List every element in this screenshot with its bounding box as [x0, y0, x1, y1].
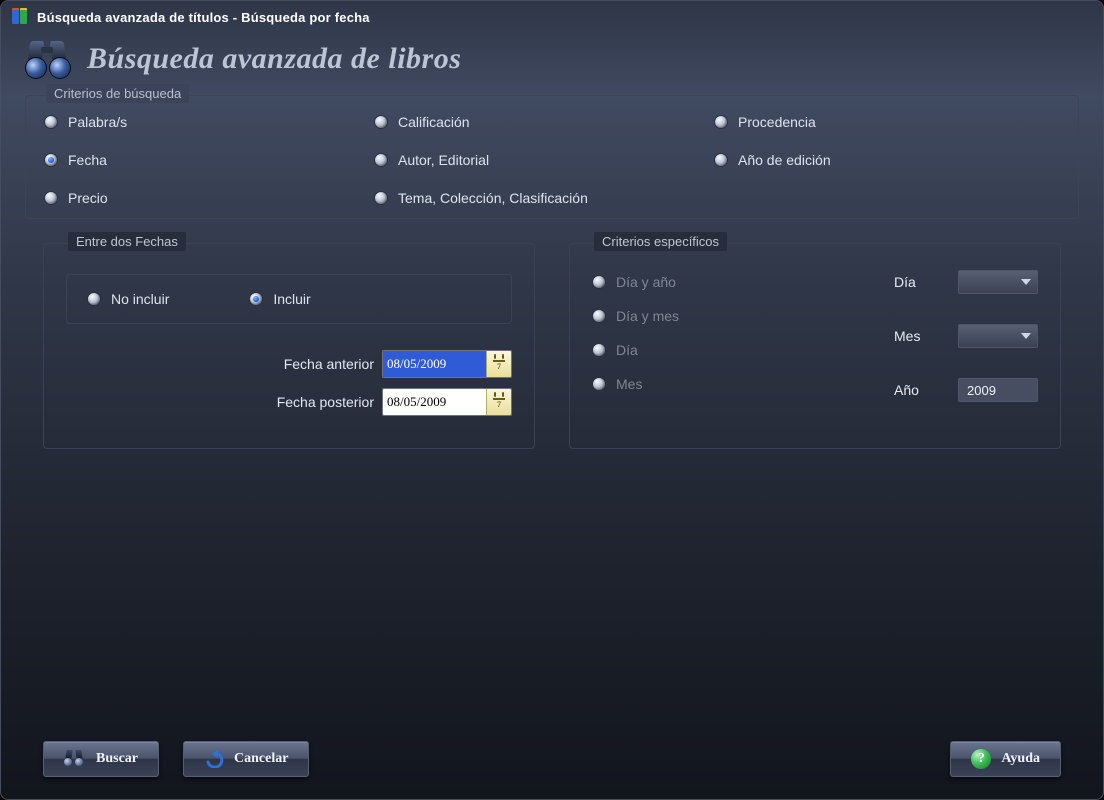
- cancelar-button[interactable]: Cancelar: [183, 741, 309, 777]
- window-title: Búsqueda avanzada de títulos - Búsqueda …: [37, 10, 370, 25]
- anio-field[interactable]: 2009: [958, 378, 1038, 402]
- anio-label: Año: [894, 382, 934, 398]
- radio-fecha[interactable]: Fecha: [44, 152, 374, 168]
- specific-criteria-panel: Criterios específicos Día y año Día y me…: [569, 243, 1061, 449]
- criteria-fieldset: Criterios de búsqueda Palabra/s Califica…: [25, 95, 1079, 219]
- include-group: No incluir Incluir: [66, 274, 512, 324]
- dia-combo[interactable]: [958, 270, 1038, 294]
- titlebar: Búsqueda avanzada de títulos - Búsqueda …: [1, 1, 1103, 31]
- dialog-window: Búsqueda avanzada de títulos - Búsqueda …: [0, 0, 1104, 800]
- help-icon: ?: [971, 749, 991, 769]
- buscar-button[interactable]: Buscar: [43, 741, 159, 777]
- radio-dia: Día: [592, 342, 679, 358]
- radio-autor-editorial[interactable]: Autor, Editorial: [374, 152, 714, 168]
- radio-dia-y-anio: Día y año: [592, 274, 679, 290]
- fecha-posterior-input[interactable]: [383, 389, 486, 415]
- radio-anio-edicion[interactable]: Año de edición: [714, 152, 1060, 168]
- radio-tema-coleccion[interactable]: Tema, Colección, Clasificación: [374, 190, 714, 206]
- dialog-title: Búsqueda avanzada de libros: [87, 42, 461, 76]
- ayuda-button[interactable]: ? Ayuda: [950, 741, 1061, 777]
- radio-palabras[interactable]: Palabra/s: [44, 114, 374, 130]
- fecha-anterior-field: 7: [382, 350, 512, 378]
- radio-dia-y-mes: Día y mes: [592, 308, 679, 324]
- mes-label: Mes: [894, 328, 934, 344]
- undo-arrow-icon: [204, 750, 224, 768]
- fecha-posterior-label: Fecha posterior: [277, 394, 374, 410]
- chevron-down-icon: [1021, 333, 1031, 339]
- calendar-icon[interactable]: 7: [486, 351, 511, 377]
- panels-row: Entre dos Fechas No incluir Incluir Fech…: [43, 243, 1061, 449]
- criteria-legend: Criterios de búsqueda: [48, 86, 187, 101]
- radio-procedencia[interactable]: Procedencia: [714, 114, 1060, 130]
- fecha-anterior-input[interactable]: [383, 351, 486, 377]
- radio-precio[interactable]: Precio: [44, 190, 374, 206]
- radio-incluir[interactable]: Incluir: [249, 291, 310, 307]
- between-dates-panel: Entre dos Fechas No incluir Incluir Fech…: [43, 243, 535, 449]
- calendar-icon[interactable]: 7: [486, 389, 511, 415]
- specific-legend: Criterios específicos: [596, 234, 725, 249]
- chevron-down-icon: [1021, 279, 1031, 285]
- between-legend: Entre dos Fechas: [70, 234, 184, 249]
- mes-combo[interactable]: [958, 324, 1038, 348]
- dialog-header: Búsqueda avanzada de libros: [1, 31, 1103, 89]
- dia-label: Día: [894, 274, 934, 290]
- binoculars-icon: [64, 750, 86, 768]
- footer-buttons: Buscar Cancelar ? Ayuda: [1, 741, 1103, 777]
- books-icon: [11, 8, 29, 26]
- fecha-posterior-field: 7: [382, 388, 512, 416]
- radio-calificacion[interactable]: Calificación: [374, 114, 714, 130]
- fecha-anterior-label: Fecha anterior: [284, 356, 374, 372]
- radio-no-incluir[interactable]: No incluir: [87, 291, 169, 307]
- radio-mes: Mes: [592, 376, 679, 392]
- binoculars-icon: [25, 39, 73, 79]
